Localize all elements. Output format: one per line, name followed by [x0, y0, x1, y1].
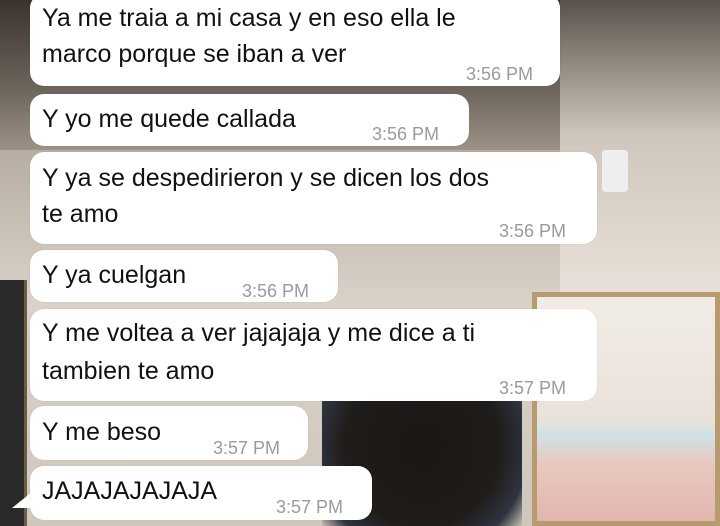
message-bubble[interactable]: Y yo me quede callada 3:56 PM: [30, 94, 469, 146]
message-bubble[interactable]: Ya me traia a mi casa y en eso ella le m…: [30, 0, 560, 86]
message-text: Ya me traia a mi casa y en eso ella le: [42, 4, 456, 32]
message-timestamp: 3:56 PM: [499, 221, 567, 241]
message-bubble[interactable]: Y ya cuelgan 3:56 PM: [30, 250, 338, 302]
message-text: marco porque se iban a ver: [42, 40, 347, 68]
message-timestamp: 3:56 PM: [242, 281, 310, 301]
bubble-tail: [12, 492, 32, 508]
message-list: Ya me traia a mi casa y en eso ella le m…: [0, 0, 720, 526]
message-bubble[interactable]: Y me voltea a ver jajajaja y me dice a t…: [30, 309, 597, 401]
message-text: Y me beso: [42, 418, 162, 446]
message-timestamp: 3:56 PM: [466, 64, 534, 84]
message-text: Y yo me quede callada: [42, 105, 296, 133]
message-timestamp: 3:56 PM: [372, 124, 440, 144]
message-text: Y ya cuelgan: [42, 261, 187, 289]
message-timestamp: 3:57 PM: [213, 438, 281, 458]
message-timestamp: 3:57 PM: [499, 378, 567, 398]
message-timestamp: 3:57 PM: [276, 497, 344, 517]
message-bubble[interactable]: Y ya se despedirieron y se dicen los dos…: [30, 152, 597, 244]
message-text: Y ya se despedirieron y se dicen los dos: [42, 164, 490, 192]
message-text: Y me voltea a ver jajajaja y me dice a t…: [42, 319, 476, 347]
message-bubble[interactable]: JAJAJAJAJAJA 3:57 PM: [30, 466, 372, 520]
message-text: te amo: [42, 200, 119, 228]
message-text: JAJAJAJAJAJA: [42, 477, 218, 505]
message-text: tambien te amo: [42, 357, 215, 385]
message-bubble[interactable]: Y me beso 3:57 PM: [30, 406, 308, 460]
